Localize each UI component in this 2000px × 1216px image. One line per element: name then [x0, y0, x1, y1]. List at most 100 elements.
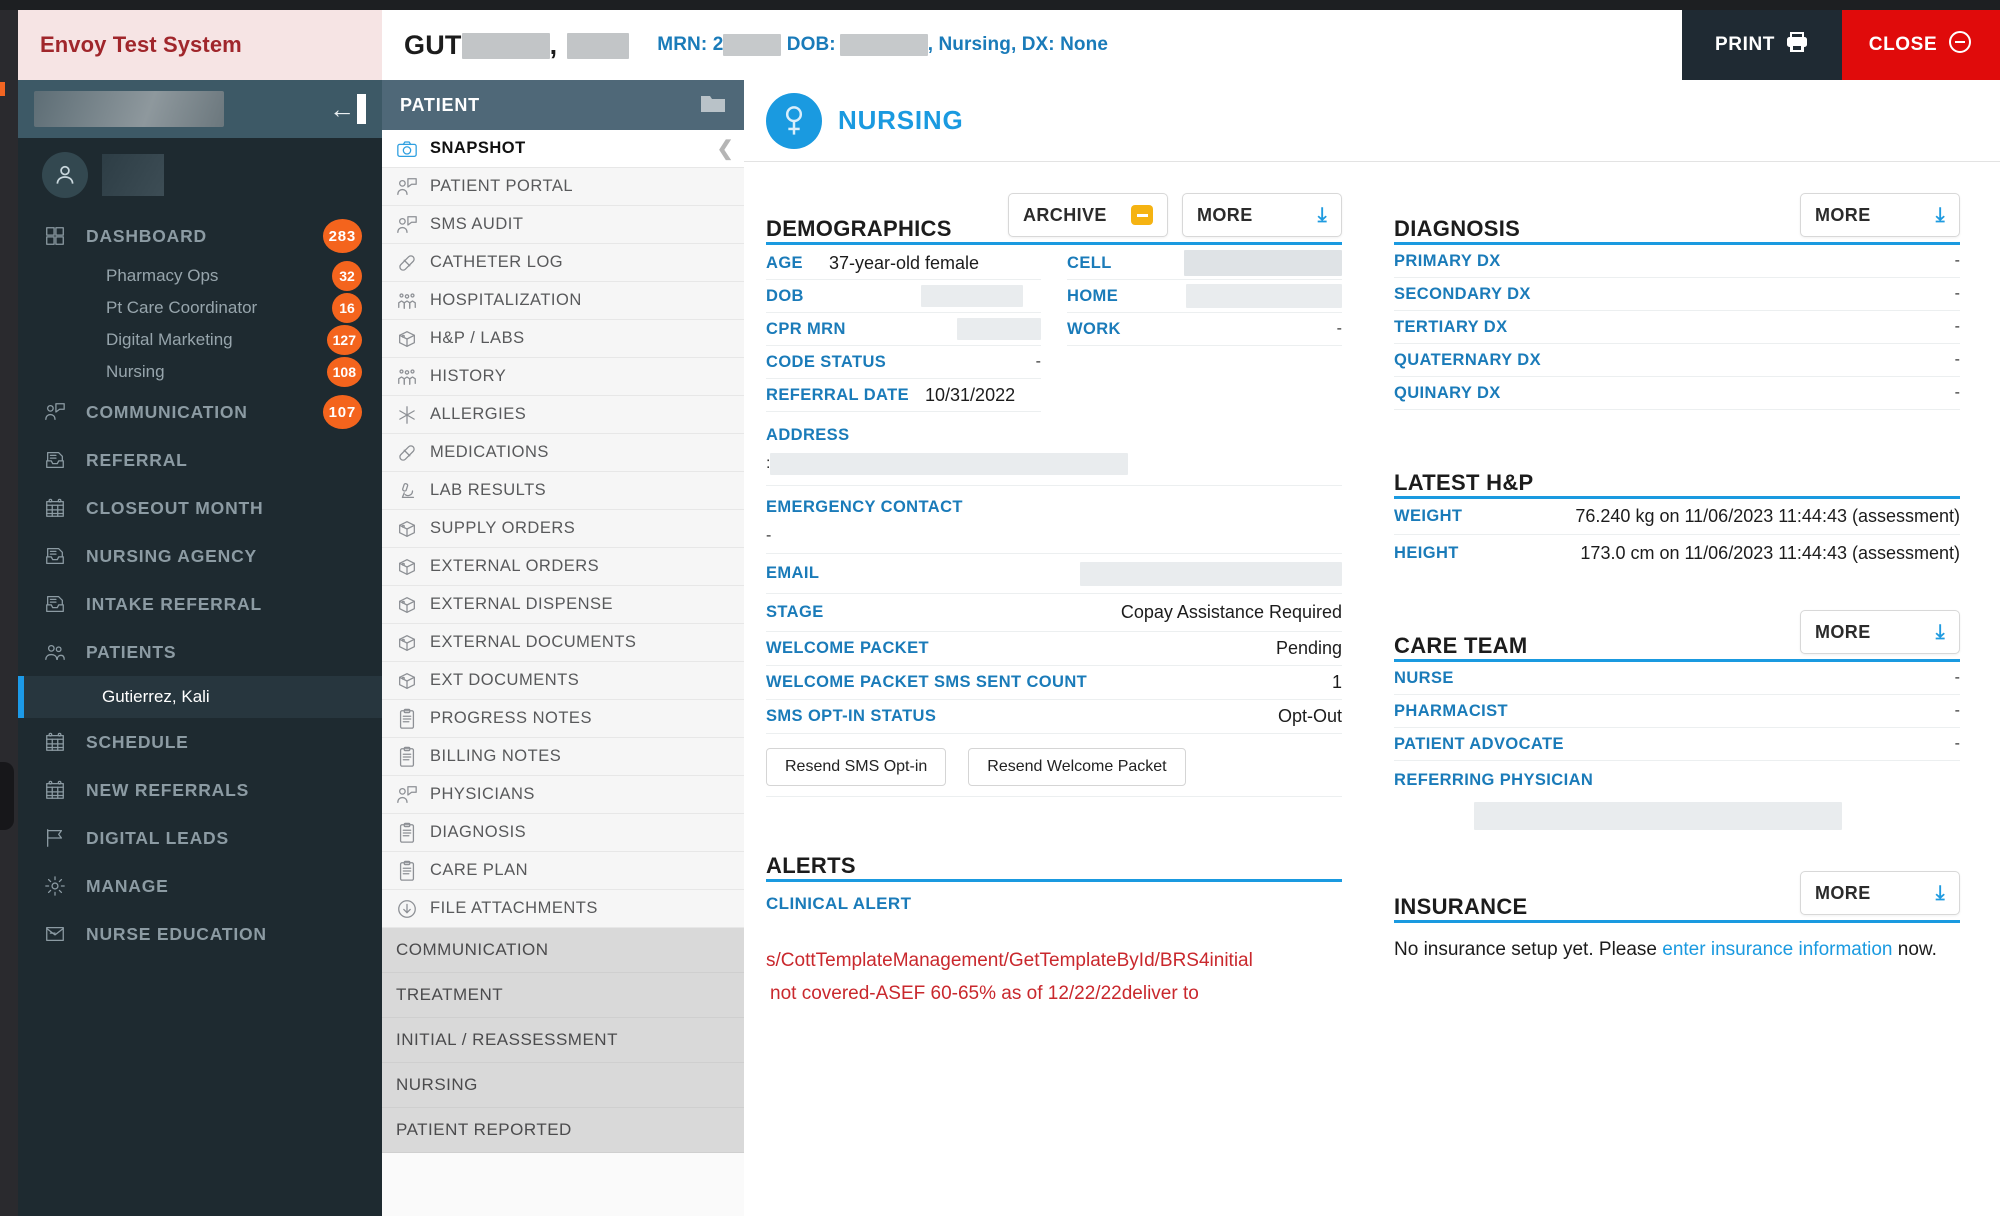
patient-menu-section-initial-reassessment[interactable]: INITIAL / REASSESSMENT: [382, 1018, 744, 1063]
page-title: NURSING: [838, 105, 964, 136]
patient-menu-item-care-plan[interactable]: CARE PLAN: [382, 852, 744, 890]
clipboard-icon: [396, 822, 430, 844]
patient-menu-item-h-p-labs[interactable]: H&P / LABS: [382, 320, 744, 358]
patient-menu-item-label: FILE ATTACHMENTS: [430, 899, 598, 918]
patient-menu-item-external-orders[interactable]: EXTERNAL ORDERS: [382, 548, 744, 586]
table-row: HOME: [1067, 280, 1342, 313]
patient-menu-item-external-documents[interactable]: EXTERNAL DOCUMENTS: [382, 624, 744, 662]
patient-menu-item-patient-portal[interactable]: PATIENT PORTAL: [382, 168, 744, 206]
patient-menu-item-label: MEDICATIONS: [430, 443, 549, 462]
flag-icon: [44, 827, 86, 849]
patient-menu-item-ext-documents[interactable]: EXT DOCUMENTS: [382, 662, 744, 700]
print-label: PRINT: [1715, 34, 1775, 56]
patient-menu-item-hospitalization[interactable]: HOSPITALIZATION: [382, 282, 744, 320]
sidebar-item-dashboard[interactable]: DASHBOARD283: [18, 212, 382, 260]
resend-sms-optin-button[interactable]: Resend SMS Opt-in: [766, 748, 946, 786]
sidebar-user-row[interactable]: [18, 138, 382, 212]
patient-menu-item-history[interactable]: HISTORY: [382, 358, 744, 396]
secondary-dx-label: SECONDARY DX: [1394, 285, 1531, 304]
quinary-dx-value: -: [1955, 384, 1960, 402]
resend-welcome-packet-button[interactable]: Resend Welcome Packet: [968, 748, 1185, 786]
sidebar-badge-pharmacy-ops: 32: [332, 261, 362, 291]
patient-menu-item-allergies[interactable]: ALLERGIES: [382, 396, 744, 434]
sidebar-collapse-button[interactable]: ←: [329, 94, 366, 124]
inbox-icon: [44, 449, 86, 471]
demographics-more-button[interactable]: MORE ⤓: [1182, 193, 1342, 237]
patient-menu-item-label: HOSPITALIZATION: [430, 291, 582, 310]
demographics-left-rows: AGE 37-year-old female DOB CPR MRN C: [766, 247, 1041, 412]
welcome-packet-row: WELCOME PACKET Pending: [766, 632, 1342, 666]
referring-physician-block: REFERRING PHYSICIAN: [1394, 761, 1960, 830]
patient-menu-section-treatment[interactable]: TREATMENT: [382, 973, 744, 1018]
user-chat-icon: [396, 784, 430, 806]
care-team-rows: NURSE-PHARMACIST-PATIENT ADVOCATE-: [1394, 662, 1960, 761]
insurance-more-button[interactable]: MORE ⤓: [1800, 871, 1960, 915]
patient-menu-item-billing-notes[interactable]: BILLING NOTES: [382, 738, 744, 776]
pill-icon: [396, 442, 430, 464]
envoy-test-system-banner: Envoy Test System: [18, 10, 382, 80]
print-button[interactable]: PRINT: [1682, 10, 1842, 80]
clipboard-icon: [396, 708, 430, 730]
left-column: DEMOGRAPHICS ARCHIVE MORE ⤓: [744, 162, 1376, 1010]
sidebar-item-intake-referral[interactable]: INTAKE REFERRAL: [18, 580, 382, 628]
sidebar-subitem-digital-marketing[interactable]: Digital Marketing 127: [18, 324, 382, 356]
avatar: [42, 152, 88, 198]
sidebar-item-patients[interactable]: PATIENTS: [18, 628, 382, 676]
gear-icon: [44, 875, 86, 897]
sidebar-badge-digital-marketing: 127: [327, 325, 362, 355]
patient-menu-section-patient-reported[interactable]: PATIENT REPORTED: [382, 1108, 744, 1153]
sidebar-patient-gutierrez-kali[interactable]: Gutierrez, Kali: [18, 676, 382, 718]
cell-value-redaction: [1184, 250, 1342, 276]
sidebar-item-digital-leads[interactable]: DIGITAL LEADS: [18, 814, 382, 862]
table-row: REFERRAL DATE 10/31/2022: [766, 379, 1041, 412]
sidebar-subitem-label: Digital Marketing: [106, 330, 233, 350]
enter-insurance-information-link[interactable]: enter insurance information: [1662, 939, 1892, 960]
sidebar-search-input[interactable]: [34, 91, 224, 127]
patient-header-bar: GUT, MRN: 2 DOB:, Nursing, DX: None: [382, 10, 1682, 80]
sidebar-item-schedule[interactable]: SCHEDULE: [18, 718, 382, 766]
close-button[interactable]: CLOSE: [1842, 10, 2000, 80]
sms-optin-status-row: SMS OPT-IN STATUS Opt-Out: [766, 700, 1342, 734]
patient-lastname-redaction: [462, 33, 550, 59]
patient-menu-section-nursing[interactable]: NURSING: [382, 1063, 744, 1108]
patient-menu-item-label: CATHETER LOG: [430, 253, 563, 272]
welcome-packet-label: WELCOME PACKET: [766, 639, 929, 658]
patient-menu-item-supply-orders[interactable]: SUPPLY ORDERS: [382, 510, 744, 548]
sidebar-item-new-referrals[interactable]: NEW REFERRALS: [18, 766, 382, 814]
sidebar-item-closeout-month[interactable]: CLOSEOUT MONTH: [18, 484, 382, 532]
patient-menu-item-label: PROGRESS NOTES: [430, 709, 592, 728]
patient-menu-item-progress-notes[interactable]: PROGRESS NOTES: [382, 700, 744, 738]
sidebar-item-manage[interactable]: MANAGE: [18, 862, 382, 910]
patient-menu-item-physicians[interactable]: PHYSICIANS: [382, 776, 744, 814]
sidebar-item-communication[interactable]: COMMUNICATION107: [18, 388, 382, 436]
diagnosis-more-button[interactable]: MORE ⤓: [1800, 193, 1960, 237]
sidebar-item-nurse-education[interactable]: NURSE EDUCATION: [18, 910, 382, 958]
insurance-message: No insurance setup yet. Please enter ins…: [1394, 923, 1960, 967]
patient-menu-item-catheter-log[interactable]: CATHETER LOG: [382, 244, 744, 282]
sidebar-subitem-nursing[interactable]: Nursing108: [18, 356, 382, 388]
folder-icon[interactable]: [700, 92, 726, 119]
table-row: CELL: [1067, 247, 1342, 280]
sidebar-subitem-pt-care-coordinator[interactable]: Pt Care Coordinator16: [18, 292, 382, 324]
care-team-more-button[interactable]: MORE ⤓: [1800, 610, 1960, 654]
sidebar-subitem-pharmacy-ops[interactable]: Pharmacy Ops32: [18, 260, 382, 292]
primary-dx-value: -: [1955, 252, 1960, 270]
patient-menu-item-sms-audit[interactable]: SMS AUDIT: [382, 206, 744, 244]
patient-menu-item-file-attachments[interactable]: FILE ATTACHMENTS: [382, 890, 744, 928]
patient-menu-item-snapshot[interactable]: SNAPSHOT❮: [382, 130, 744, 168]
sidebar-item-referral[interactable]: REFERRAL: [18, 436, 382, 484]
archive-button[interactable]: ARCHIVE: [1008, 193, 1168, 237]
sidebar-item-nursing-agency[interactable]: NURSING AGENCY: [18, 532, 382, 580]
clipboard-icon: [396, 746, 430, 768]
latest-hp-header: LATEST H&P: [1394, 456, 1960, 496]
patient-menu-item-diagnosis[interactable]: DIAGNOSIS: [382, 814, 744, 852]
patient-menu-item-lab-results[interactable]: LAB RESULTS: [382, 472, 744, 510]
patient-menu-item-label: ALLERGIES: [430, 405, 526, 424]
rail-collapse-tab[interactable]: [0, 762, 14, 830]
box-icon: [396, 518, 430, 540]
dob-label: DOB: [766, 287, 804, 306]
patient-menu-section-communication[interactable]: COMMUNICATION: [382, 928, 744, 973]
patient-menu-item-external-dispense[interactable]: EXTERNAL DISPENSE: [382, 586, 744, 624]
patient-menu-item-medications[interactable]: MEDICATIONS: [382, 434, 744, 472]
quaternary-dx-label: QUATERNARY DX: [1394, 351, 1541, 370]
